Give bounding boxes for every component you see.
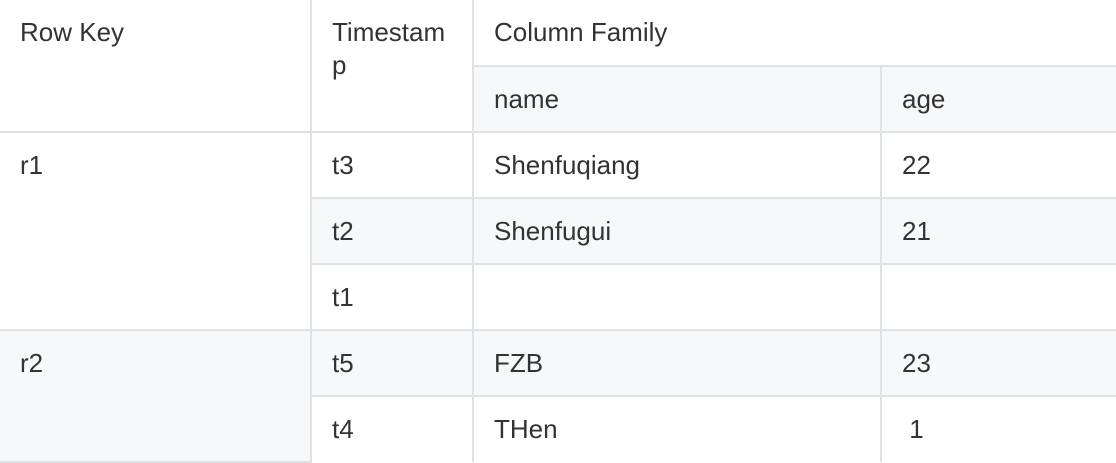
- age-cell: 22: [880, 132, 1116, 199]
- age-cell: 23: [880, 329, 1116, 397]
- header-name: name: [473, 65, 882, 133]
- age-cell: [880, 263, 1116, 331]
- name-cell: Shenfuqiang: [472, 132, 882, 199]
- name-cell: THen: [472, 395, 882, 462]
- header-column-family: Column Family: [472, 0, 1116, 67]
- name-cell: Shenfugui: [472, 197, 882, 265]
- name-cell: [472, 263, 882, 331]
- table-row: r1 t3 Shenfuqiang 22: [0, 132, 1116, 331]
- timestamp-cell: t2: [311, 197, 474, 265]
- hbase-table: Row Key Timestamp Column Family name age…: [0, 0, 1116, 463]
- row-key-cell: r2: [0, 329, 312, 463]
- timestamp-cell: t5: [310, 329, 474, 397]
- age-cell: 21: [880, 197, 1116, 265]
- timestamp-cell: t3: [310, 132, 474, 199]
- table-row: r2 t5 FZB 23: [0, 329, 1116, 463]
- header-row-key: Row Key: [0, 0, 312, 133]
- header-row: Row Key Timestamp Column Family: [0, 0, 1116, 133]
- header-timestamp: Timestamp: [310, 0, 474, 133]
- timestamp-cell: t1: [311, 263, 474, 331]
- age-cell: 1: [880, 395, 1116, 462]
- name-cell: FZB: [472, 329, 882, 397]
- header-age: age: [880, 65, 1116, 133]
- timestamp-cell: t4: [311, 395, 474, 462]
- row-key-cell: r1: [0, 132, 312, 331]
